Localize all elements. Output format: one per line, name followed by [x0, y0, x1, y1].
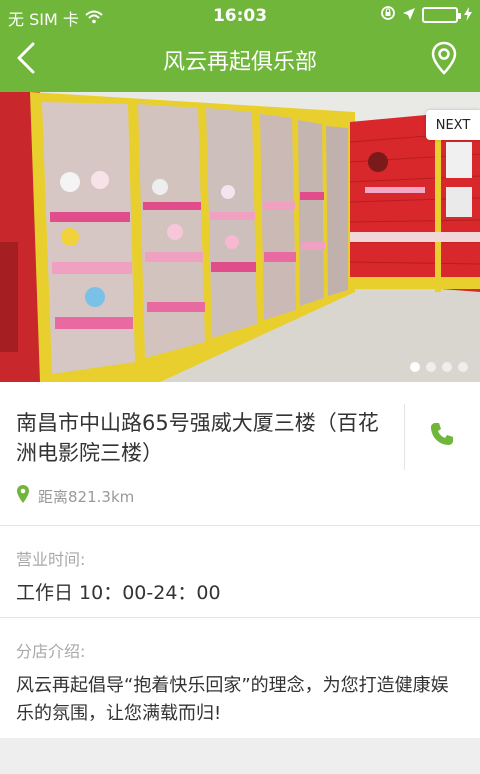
- pagination-dot[interactable]: [442, 362, 452, 372]
- intro-text: 风云再起倡导“抱着快乐回家”的理念，为您打造健康娱乐的氛围，让您满载而归!: [16, 675, 449, 724]
- location-pin-icon: [16, 484, 30, 508]
- charging-icon: [464, 6, 472, 25]
- page-title: 风云再起俱乐部: [162, 50, 317, 75]
- status-bar: 无 SIM 卡 16:03: [0, 0, 480, 32]
- business-hours-section: 营业时间: 工作日 10：00-24：00: [0, 526, 480, 618]
- store-address: 南昌市中山路65号强威大厦三楼（百花洲电影院三楼）: [16, 411, 379, 465]
- map-location-button[interactable]: [424, 40, 464, 80]
- store-photo-carousel[interactable]: NEXT: [0, 92, 480, 382]
- pagination-dot-active[interactable]: [410, 362, 420, 372]
- store-interior-photo: [0, 92, 480, 382]
- distance-label: 距离821.3km: [38, 487, 135, 506]
- pagination-dot[interactable]: [426, 362, 436, 372]
- nav-bar: 风云再起俱乐部: [0, 32, 480, 90]
- carousel-pagination: [410, 362, 468, 372]
- phone-icon: [429, 421, 455, 451]
- pagination-dot[interactable]: [458, 362, 468, 372]
- intro-label: 分店介绍:: [16, 642, 86, 661]
- chevron-left-icon: [15, 42, 37, 78]
- call-button[interactable]: [420, 418, 464, 454]
- app-header: 无 SIM 卡 16:03 风云再起俱乐部: [0, 0, 480, 92]
- store-intro-section: 分店介绍: 风云再起倡导“抱着快乐回家”的理念，为您打造健康娱乐的氛围，让您满载…: [0, 618, 480, 738]
- battery-icon: [422, 7, 461, 23]
- location-arrow-icon: [402, 6, 416, 25]
- rotation-lock-icon: [380, 5, 396, 25]
- hours-value: 工作日 10：00-24：00: [16, 582, 221, 604]
- hours-label: 营业时间:: [16, 550, 86, 569]
- vertical-divider: [404, 404, 405, 470]
- distance-row: 距离821.3km: [16, 484, 134, 508]
- next-slide-button[interactable]: NEXT: [426, 110, 480, 140]
- back-button[interactable]: [6, 40, 46, 80]
- status-right: [380, 5, 472, 25]
- address-section: 南昌市中山路65号强威大厦三楼（百花洲电影院三楼） 距离821.3km: [0, 382, 480, 526]
- map-pin-icon: [431, 41, 457, 79]
- bottom-spacer: [0, 738, 480, 774]
